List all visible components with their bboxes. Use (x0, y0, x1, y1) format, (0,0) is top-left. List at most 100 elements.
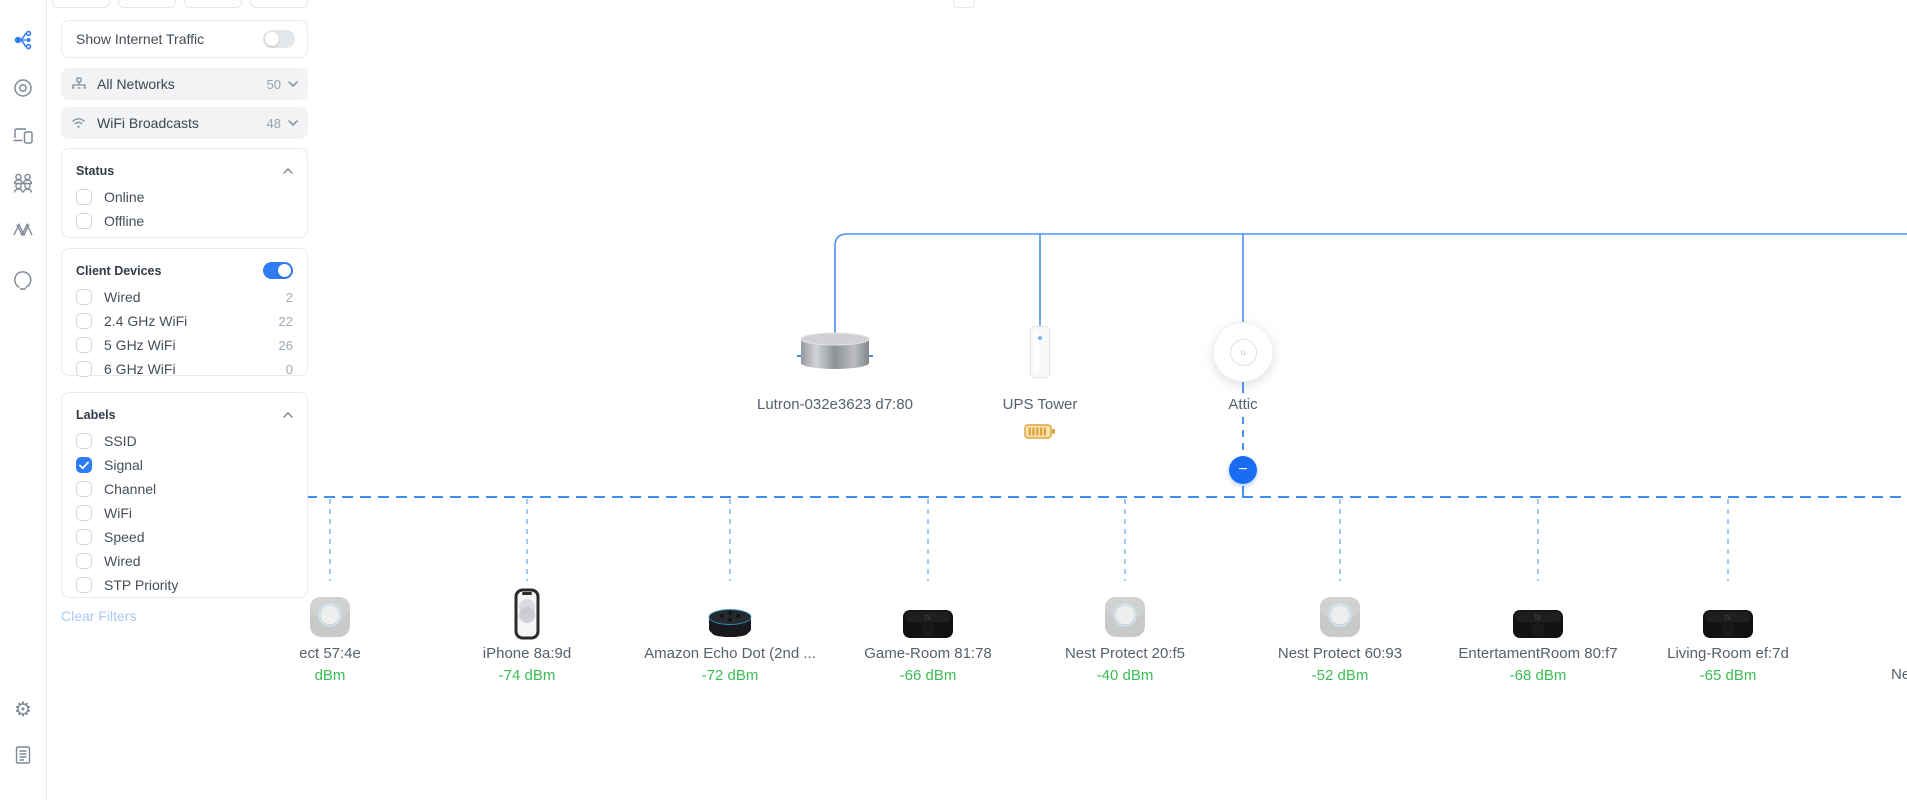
filter-option-stp-priority[interactable]: STP Priority (76, 577, 293, 593)
checkbox-unchecked[interactable] (76, 553, 92, 569)
client-node[interactable]: Ne (1891, 661, 1907, 683)
client-node[interactable]: tvLiving-Room ef:7d-65 dBm (1618, 582, 1838, 684)
filter-option-6-ghz-wifi[interactable]: 6 GHz WiFi0 (76, 361, 293, 377)
client-devices-toggle[interactable] (263, 262, 293, 279)
filter-option-label: SSID (104, 433, 293, 449)
client-node[interactable]: Nest Protect 60:93 -52 dBm (1230, 582, 1450, 684)
checkbox-unchecked[interactable] (76, 313, 92, 329)
client-label: Amazon Echo Dot (2nd ... (620, 645, 840, 662)
client-label: Living-Room ef:7d (1618, 645, 1838, 662)
svg-text:tv: tv (1535, 613, 1541, 622)
filter-option-5-ghz-wifi[interactable]: 5 GHz WiFi26 (76, 337, 293, 353)
all-networks-count: 50 (267, 77, 281, 92)
filter-option-label: 2.4 GHz WiFi (104, 313, 279, 329)
checkbox-unchecked[interactable] (76, 529, 92, 545)
partial-toolbar-button[interactable] (184, 0, 242, 8)
unifi-topology-screen: Lutron-032e3623 d7:80 UPS Tower u (0, 0, 1907, 800)
filter-option-label: STP Priority (104, 577, 293, 593)
status-section-title: Status (76, 164, 114, 178)
app-icon-rail: ⚙ (0, 0, 47, 800)
client-node[interactable]: Amazon Echo Dot (2nd ...-72 dBm (620, 582, 840, 684)
device-node-ups-tower[interactable] (1029, 325, 1051, 384)
filter-option-signal[interactable]: Signal (76, 457, 293, 473)
wifi-broadcasts-selector[interactable]: WiFi Broadcasts 48 (61, 107, 308, 139)
devices-icon[interactable] (12, 124, 34, 146)
filter-option-label: 5 GHz WiFi (104, 337, 279, 353)
filter-option-label: Signal (104, 457, 293, 473)
filter-option-label: WiFi (104, 505, 293, 521)
people-icon[interactable] (12, 172, 34, 194)
client-signal: -74 dBm (417, 667, 637, 684)
show-internet-traffic-toggle[interactable] (263, 30, 295, 48)
filter-option-wired[interactable]: Wired (76, 553, 293, 569)
filter-option-label: 6 GHz WiFi (104, 361, 286, 377)
device-node-attic[interactable]: u (1213, 322, 1273, 382)
network-tree-icon (71, 76, 89, 92)
device-node-lutron[interactable] (799, 330, 871, 377)
client-signal: -52 dBm (1230, 667, 1450, 684)
client-node[interactable]: Nest Protect 20:f5 -40 dBm (1015, 582, 1235, 684)
client-node[interactable]: tvEntertamentRoom 80:f7-68 dBm (1428, 582, 1648, 684)
checkbox-unchecked[interactable] (76, 481, 92, 497)
checkbox-unchecked[interactable] (76, 213, 92, 229)
nest-protect-icon (1230, 582, 1450, 640)
checkbox-unchecked[interactable] (76, 433, 92, 449)
checkbox-unchecked[interactable] (76, 577, 92, 593)
checkbox-unchecked[interactable] (76, 505, 92, 521)
clear-filters-link[interactable]: Clear Filters (61, 608, 136, 624)
ring-icon[interactable] (12, 269, 34, 291)
wifi-broadcasts-label: WiFi Broadcasts (97, 115, 267, 131)
client-devices-filter-card: Client Devices Wired2 2.4 GHz WiFi22 5 GHz… (61, 248, 308, 376)
show-internet-traffic-label: Show Internet Traffic (76, 31, 204, 47)
partial-top-icon[interactable] (12, 0, 34, 11)
all-networks-selector[interactable]: All Networks 50 (61, 68, 308, 100)
nest-protect-icon (1015, 582, 1235, 640)
lutron-hub-icon (799, 330, 871, 372)
ups-tower-icon (1029, 325, 1051, 379)
checkbox-unchecked[interactable] (76, 337, 92, 353)
wifi-broadcasts-count: 48 (267, 116, 281, 131)
client-node[interactable]: tvGame-Room 81:78-66 dBm (818, 582, 1038, 684)
labels-section-title: Labels (76, 408, 116, 422)
checkbox-unchecked[interactable] (76, 189, 92, 205)
apple-tv-icon: tv (818, 582, 1038, 640)
echo-dot-icon (620, 582, 840, 640)
filter-option-ssid[interactable]: SSID (76, 433, 293, 449)
filter-option-speed[interactable]: Speed (76, 529, 293, 545)
filter-option-label: Channel (104, 481, 293, 497)
client-label: Nest Protect 60:93 (1230, 645, 1450, 662)
client-signal: -66 dBm (818, 667, 1038, 684)
filter-option-online[interactable]: Online (76, 189, 293, 205)
partial-toolbar-button[interactable] (118, 0, 176, 8)
filter-option-count: 2 (286, 290, 293, 305)
checkbox-unchecked[interactable] (76, 361, 92, 377)
checkbox-unchecked[interactable] (76, 289, 92, 305)
partial-toolbar-button[interactable] (52, 0, 110, 8)
filter-option-wifi[interactable]: WiFi (76, 505, 293, 521)
topology-icon[interactable] (12, 29, 34, 51)
apple-tv-icon: tv (1428, 582, 1648, 640)
client-label: Nest Protect 20:f5 (1015, 645, 1235, 662)
log-icon[interactable] (12, 744, 34, 766)
partial-toolbar-button[interactable] (250, 0, 308, 8)
client-node[interactable]: iPhone 8a:9d-74 dBm (417, 582, 637, 684)
filter-option-label: Online (104, 189, 293, 205)
radar-icon[interactable] (12, 77, 34, 99)
chevron-up-icon[interactable] (283, 412, 293, 418)
gear-icon[interactable]: ⚙ (12, 699, 34, 721)
filter-option-offline[interactable]: Offline (76, 213, 293, 229)
collapse-branch-button[interactable]: − (1229, 456, 1257, 484)
partial-toolbar-box[interactable] (953, 0, 975, 8)
filter-option-channel[interactable]: Channel (76, 481, 293, 497)
client-devices-section-title: Client Devices (76, 264, 161, 278)
client-signal: -40 dBm (1015, 667, 1235, 684)
partial-bottom-dots[interactable] (12, 792, 34, 800)
chevron-up-icon[interactable] (283, 168, 293, 174)
chevron-down-icon (288, 120, 298, 126)
filter-option-label: Wired (104, 553, 293, 569)
filter-option-2-4-ghz-wifi[interactable]: 2.4 GHz WiFi22 (76, 313, 293, 329)
filter-option-wired[interactable]: Wired2 (76, 289, 293, 305)
checkbox-checked[interactable] (76, 457, 92, 473)
labels-filter-card: Labels SSID Signal Channel WiFi Speed Wired ST… (61, 392, 308, 598)
insights-icon[interactable] (12, 219, 34, 241)
